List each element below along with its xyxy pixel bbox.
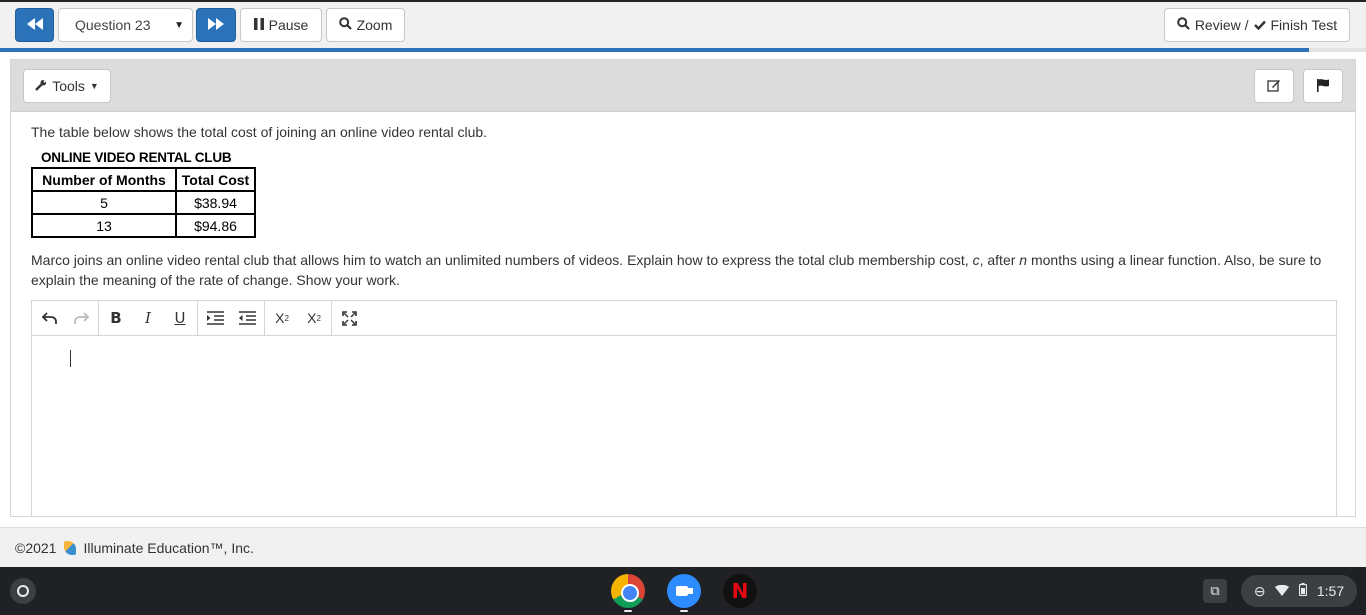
table-title: ONLINE VIDEO RENTAL CLUB bbox=[41, 150, 232, 165]
tote-icon[interactable]: ⧉ bbox=[1203, 579, 1227, 603]
prompt-text-1: Marco joins an online video rental club … bbox=[31, 252, 973, 268]
cell-months: 5 bbox=[31, 190, 177, 215]
video-call-app-icon[interactable] bbox=[667, 574, 701, 612]
undo-icon[interactable] bbox=[35, 305, 63, 331]
outdent-icon[interactable] bbox=[233, 305, 261, 331]
zoom-button[interactable]: Zoom bbox=[326, 8, 405, 42]
company-name: Illuminate Education™, Inc. bbox=[83, 539, 254, 556]
tools-dropdown-button[interactable]: Tools ▼ bbox=[23, 69, 111, 103]
wifi-icon bbox=[1275, 583, 1290, 599]
test-progress-bar bbox=[0, 48, 1366, 52]
table-row: 5 $38.94 bbox=[31, 190, 256, 215]
question-select-value: Question 23 bbox=[75, 17, 151, 33]
question-panel: Tools ▼ The table below shows the total … bbox=[10, 59, 1356, 517]
chrome-icon[interactable] bbox=[611, 574, 645, 612]
wrench-icon bbox=[35, 78, 47, 94]
variable-c: c bbox=[972, 252, 980, 268]
toolbar-divider bbox=[197, 301, 198, 335]
search-icon bbox=[1177, 17, 1190, 33]
status-tray[interactable]: ⊖ 1:57 bbox=[1241, 575, 1357, 607]
question-prompt: Marco joins an online video rental club … bbox=[31, 250, 1336, 290]
flag-icon bbox=[1316, 78, 1330, 95]
header-months: Number of Months bbox=[31, 167, 177, 192]
toolbar-divider bbox=[264, 301, 265, 335]
prompt-text-2: , after bbox=[979, 252, 1020, 268]
battery-icon bbox=[1299, 583, 1308, 599]
top-navigation-bar: Question 23 ▼ Pause Zoom Review / Finish… bbox=[0, 0, 1366, 48]
tools-label: Tools bbox=[52, 78, 85, 94]
clock: 1:57 bbox=[1316, 583, 1345, 599]
rewind-icon bbox=[26, 17, 43, 33]
caret-down-icon: ▼ bbox=[89, 81, 99, 91]
indent-icon[interactable] bbox=[201, 305, 229, 331]
edit-icon bbox=[1267, 78, 1281, 95]
illuminate-logo bbox=[64, 540, 77, 555]
zoom-label: Zoom bbox=[356, 17, 393, 33]
redo-icon[interactable] bbox=[67, 305, 95, 331]
panel-header: Tools ▼ bbox=[11, 60, 1355, 112]
toolbar-divider bbox=[98, 301, 99, 335]
search-icon bbox=[338, 17, 352, 33]
notepad-button[interactable] bbox=[1254, 69, 1294, 103]
underline-icon[interactable]: U bbox=[166, 305, 194, 331]
pause-button[interactable]: Pause bbox=[240, 8, 322, 42]
question-select[interactable]: Question 23 ▼ bbox=[58, 8, 193, 42]
flag-button[interactable] bbox=[1303, 69, 1343, 103]
pause-label: Pause bbox=[268, 17, 309, 33]
finish-label: Finish Test bbox=[1270, 17, 1338, 33]
do-not-disturb-icon: ⊖ bbox=[1253, 582, 1266, 599]
review-label: Review / bbox=[1194, 17, 1249, 33]
cell-cost: $94.86 bbox=[175, 213, 256, 238]
os-taskbar: N ⧉ ⊖ 1:57 bbox=[0, 567, 1366, 615]
check-icon bbox=[1253, 17, 1266, 33]
table-row: 13 $94.86 bbox=[31, 213, 256, 238]
cell-months: 13 bbox=[31, 213, 177, 238]
question-intro: The table below shows the total cost of … bbox=[31, 124, 488, 140]
editor-text-area[interactable] bbox=[32, 337, 1336, 516]
previous-question-button[interactable] bbox=[15, 8, 54, 42]
toolbar-divider bbox=[331, 301, 332, 335]
table-header-row: Number of Months Total Cost bbox=[31, 167, 256, 192]
test-progress-fill bbox=[0, 48, 1309, 52]
editor-toolbar: B I U X2 X2 bbox=[32, 301, 1336, 336]
pause-icon bbox=[253, 17, 264, 33]
italic-icon[interactable]: I bbox=[134, 305, 162, 331]
response-editor: B I U X2 X2 bbox=[31, 300, 1337, 516]
cost-table: Number of Months Total Cost 5 $38.94 13 … bbox=[31, 167, 256, 238]
header-total-cost: Total Cost bbox=[175, 167, 256, 192]
superscript-icon[interactable]: X2 bbox=[300, 305, 328, 331]
launcher-icon[interactable] bbox=[10, 578, 36, 604]
page-footer: ©2021 Illuminate Education™, Inc. bbox=[0, 527, 1366, 567]
bold-icon[interactable]: B bbox=[102, 305, 130, 331]
rental-club-table: ONLINE VIDEO RENTAL CLUB Number of Month… bbox=[31, 150, 256, 238]
netflix-icon[interactable]: N bbox=[723, 574, 757, 608]
copyright-text: ©2021 bbox=[15, 539, 57, 556]
chevron-down-icon: ▼ bbox=[174, 20, 184, 31]
fast-forward-icon bbox=[208, 17, 224, 33]
cell-cost: $38.94 bbox=[175, 190, 256, 215]
fullscreen-icon[interactable] bbox=[335, 305, 363, 331]
next-question-button[interactable] bbox=[196, 8, 236, 42]
variable-n: n bbox=[1019, 252, 1028, 268]
review-finish-button[interactable]: Review / Finish Test bbox=[1164, 8, 1350, 42]
subscript-icon[interactable]: X2 bbox=[268, 305, 296, 331]
